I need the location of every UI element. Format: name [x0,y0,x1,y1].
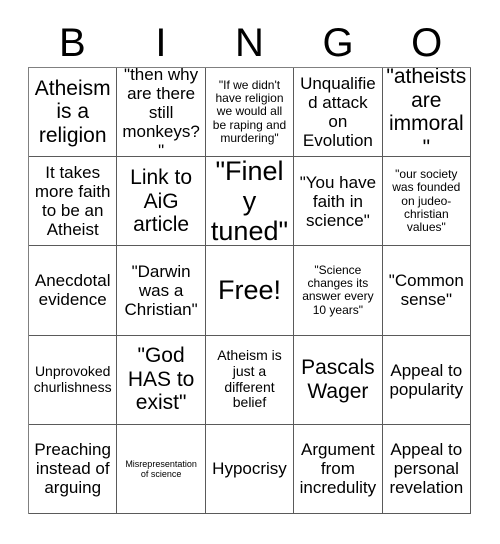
bingo-cell[interactable]: Argument from incredulity [294,424,383,514]
bingo-cell-text: It takes more faith to be an Atheist [34,163,111,240]
bingo-cell[interactable]: "If we didn't have religion we would all… [205,68,295,158]
bingo-header-row: B I N G O [28,18,471,68]
bingo-cell-text: Argument from incredulity [299,440,377,498]
bingo-cell[interactable]: Appeal to personal revelation [382,424,471,514]
bingo-cell-text: "then why are there still monkeys?" [122,68,200,158]
bingo-cell-text: Misrepresentation of science [125,458,197,479]
bingo-cell[interactable]: "then why are there still monkeys?" [117,68,206,158]
bingo-cell[interactable]: Hypocrisy [205,424,295,514]
bingo-cell-text: Unqualified attack on Evolution [300,74,376,151]
bingo-grid: Atheism is a religion "then why are ther… [28,67,471,514]
bingo-cell[interactable]: Preaching instead of arguing [29,424,118,514]
bingo-cell-text: "Darwin was a Christian" [124,261,198,319]
bingo-cell-text: Free! [217,275,281,306]
bingo-cell[interactable]: "atheists are immoral" [382,68,471,158]
bingo-cell[interactable]: Appeal to popularity [382,335,471,425]
bingo-cell[interactable]: "Science changes its answer every 10 yea… [294,246,383,336]
bingo-cell-text: "God HAS to exist" [127,344,195,415]
bingo-cell-text: Anecdotal evidence [34,271,111,310]
bingo-header-letter-g: G [322,21,354,65]
bingo-cell-text: Preaching instead of arguing [34,440,111,498]
bingo-cell[interactable]: Link to AiG article [117,157,206,247]
bingo-cell-text: Atheism is just a different belief [217,347,282,411]
bingo-cell[interactable]: "Finely tuned" [205,157,295,247]
bingo-cell-text: Appeal to personal revelation [389,440,464,498]
bingo-cell-text: Atheism is a religion [34,76,111,147]
bingo-header-letter-o: O [411,21,443,65]
bingo-cell[interactable]: "Darwin was a Christian" [117,246,206,336]
bingo-header-letter-n: N [235,21,264,65]
bingo-cell-text: "our society was founded on judeo-christ… [392,166,461,235]
bingo-header-letter-b: B [58,21,86,65]
bingo-cell-text: "If we didn't have religion we would all… [212,77,287,146]
bingo-cell-text: Link to AiG article [130,166,193,237]
bingo-cell[interactable]: Unqualified attack on Evolution [294,68,383,158]
bingo-cell-text: "You have faith in science" [299,172,377,230]
bingo-cell-text: "Finely tuned" [210,157,289,247]
bingo-cell[interactable]: "Common sense" [382,246,471,336]
bingo-cell-text: "atheists are immoral" [386,68,467,158]
bingo-cell-text: "Science changes its answer every 10 yea… [302,262,374,317]
bingo-cell[interactable]: "our society was founded on judeo-christ… [382,157,471,247]
bingo-cell[interactable]: "God HAS to exist" [117,335,206,425]
bingo-cell[interactable]: Atheism is just a different belief [205,335,295,425]
bingo-cell[interactable]: Anecdotal evidence [29,246,118,336]
bingo-cell[interactable]: "You have faith in science" [294,157,383,247]
bingo-cell[interactable]: Atheism is a religion [29,68,118,158]
bingo-cell-text: "Common sense" [388,271,464,310]
bingo-cell[interactable]: It takes more faith to be an Atheist [29,157,118,247]
bingo-cell-text: Unprovoked churlishness [33,363,112,395]
bingo-cell[interactable]: Misrepresentation of science [117,424,206,514]
bingo-cell[interactable]: Pascals Wager [294,335,383,425]
bingo-card: B I N G O Atheism is a religion "then wh… [0,0,500,544]
bingo-cell-text: Pascals Wager [301,356,375,403]
bingo-cell[interactable]: Unprovoked churlishness [29,335,118,425]
bingo-cell-text: Appeal to popularity [389,360,464,399]
bingo-cell-free[interactable]: Free! [205,246,295,336]
bingo-header-letter-i: I [155,21,167,65]
bingo-cell-text: Hypocrisy [212,459,287,479]
